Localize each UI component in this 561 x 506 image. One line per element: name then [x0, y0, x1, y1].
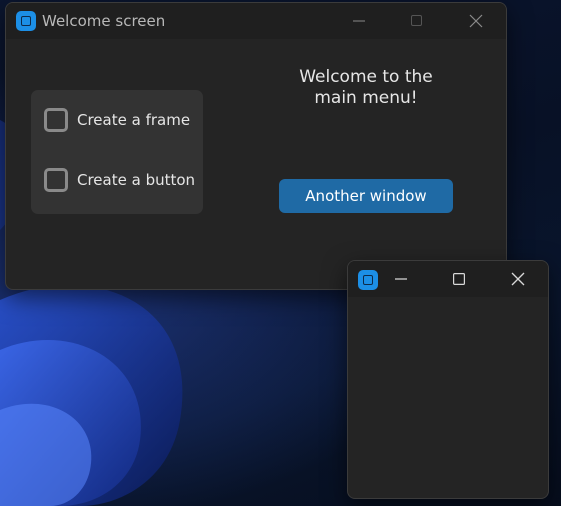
- minimize-icon: [353, 20, 365, 22]
- minimize-icon: [395, 278, 407, 280]
- create-frame-checkbox[interactable]: Create a frame: [44, 108, 190, 132]
- app-icon: [358, 270, 378, 290]
- close-icon: [511, 272, 525, 286]
- checkbox-label: Create a button: [77, 171, 196, 189]
- create-button-checkbox[interactable]: Create a button: [44, 168, 195, 192]
- secondary-window: [347, 260, 549, 499]
- close-button[interactable]: [453, 3, 499, 39]
- secondary-titlebar: [348, 261, 548, 297]
- main-window: Welcome screen Create a frame Create a b…: [5, 2, 507, 290]
- minimize-button[interactable]: [378, 261, 424, 297]
- another-window-button[interactable]: Another window: [279, 179, 453, 213]
- window-title: Welcome screen: [42, 12, 166, 30]
- welcome-line-2: main menu!: [314, 88, 418, 108]
- checkbox-box[interactable]: [44, 108, 68, 132]
- checkbox-frame: Create a frame Create a button: [31, 90, 203, 214]
- minimize-button[interactable]: [336, 3, 382, 39]
- maximize-icon: [411, 15, 422, 26]
- maximize-icon: [453, 273, 465, 285]
- welcome-line-1: Welcome to the: [299, 67, 433, 87]
- maximize-button[interactable]: [394, 3, 440, 39]
- checkbox-box[interactable]: [44, 168, 68, 192]
- close-button[interactable]: [495, 261, 541, 297]
- checkbox-label: Create a frame: [77, 111, 191, 129]
- app-icon: [16, 11, 36, 31]
- close-icon: [469, 14, 483, 28]
- main-titlebar: Welcome screen: [6, 3, 506, 39]
- maximize-button[interactable]: [436, 261, 482, 297]
- welcome-label: Welcome to the main menu!: [276, 67, 456, 109]
